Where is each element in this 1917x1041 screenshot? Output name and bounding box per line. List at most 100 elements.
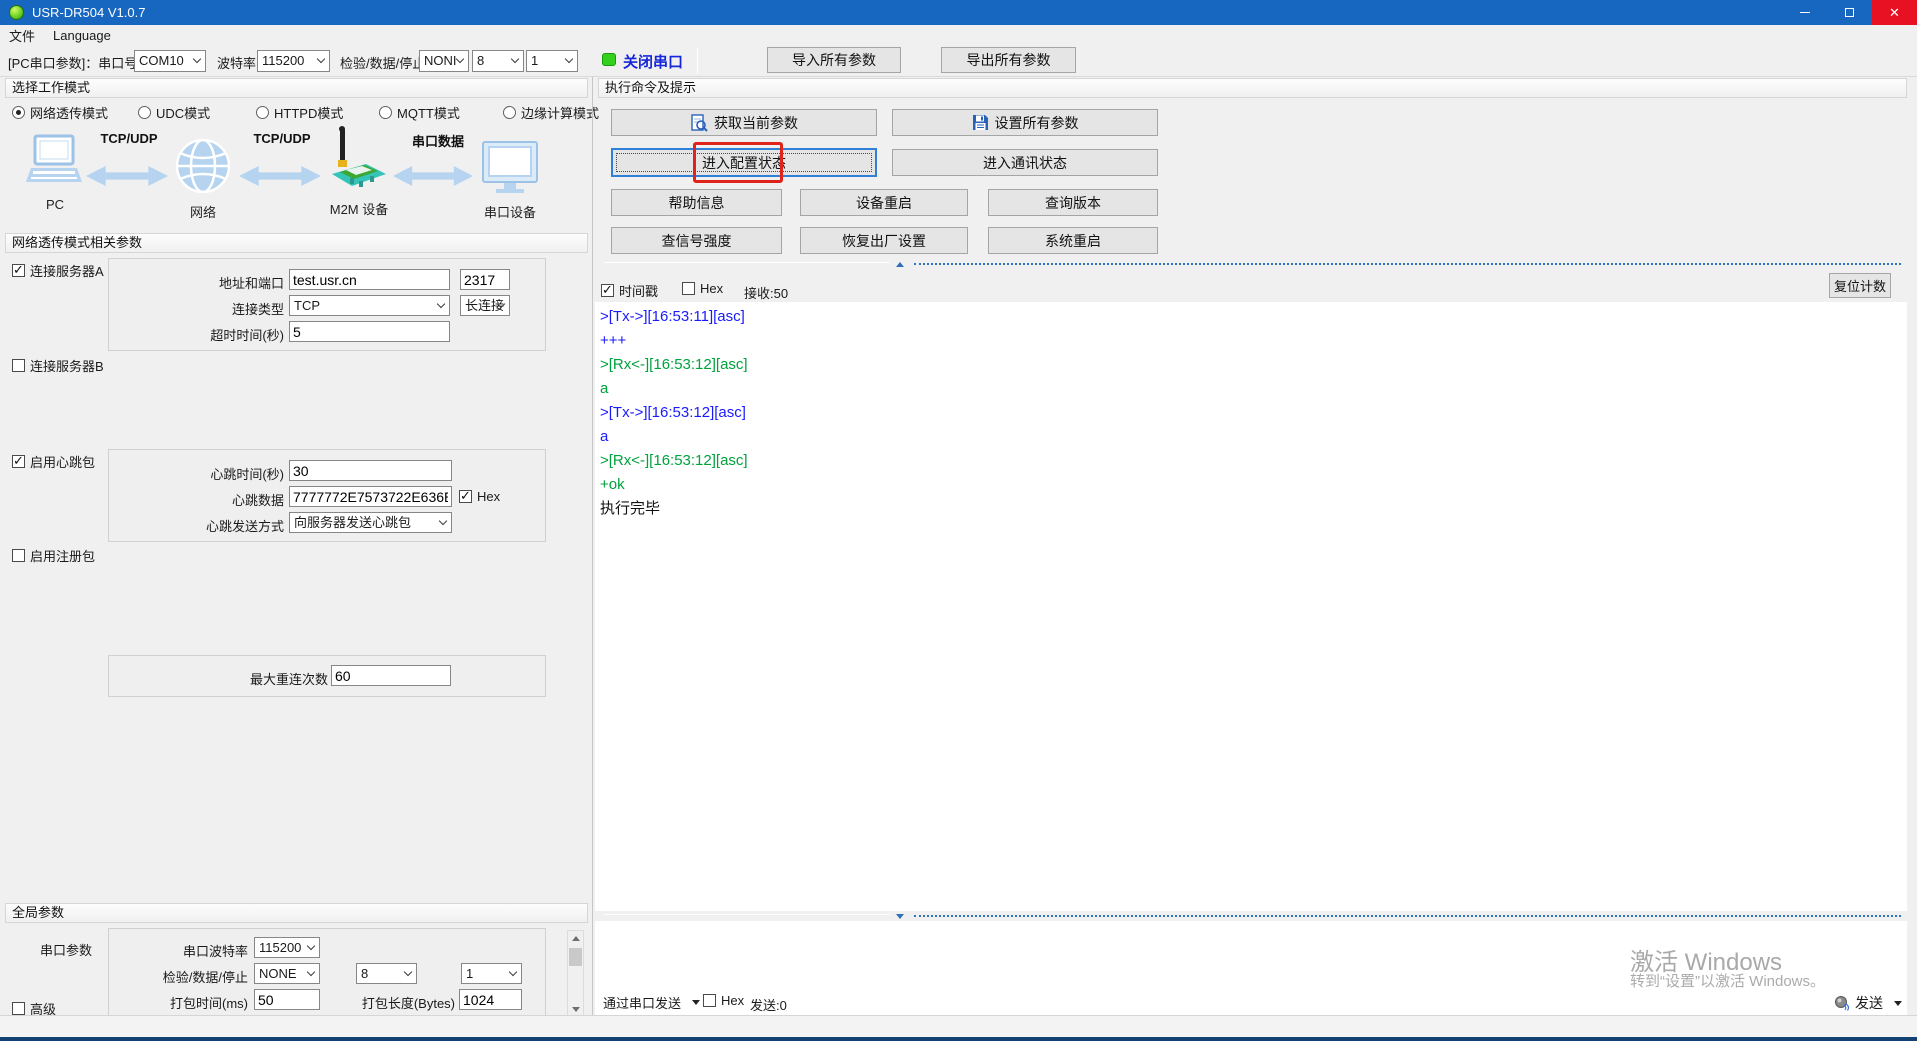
conn-mode-select[interactable]: 长连接 bbox=[460, 295, 510, 316]
checkbox-send-hex[interactable]: Hex bbox=[703, 993, 744, 1008]
chevron-down-icon bbox=[437, 299, 445, 307]
toolbar: [PC串口参数]：串口号 COM10 波特率 115200 检验/数据/停止 N… bbox=[0, 46, 1917, 77]
log-splitter-bottom[interactable] bbox=[598, 911, 1907, 921]
radio-httpd-mode[interactable]: HTTPD模式 bbox=[256, 103, 343, 122]
net-params-header: 网络透传模式相关参数 bbox=[5, 233, 588, 253]
checkbox-hb-hex[interactable]: Hex bbox=[459, 489, 500, 504]
network-globe-icon bbox=[176, 139, 230, 193]
hb-mode-select[interactable]: 向服务器发送心跳包 bbox=[289, 512, 452, 533]
baud-select[interactable]: 115200 bbox=[257, 50, 330, 72]
checkbox-server-b[interactable]: 连接服务器B bbox=[12, 356, 104, 375]
link-label: 串口数据 bbox=[398, 131, 478, 150]
splitter-dots bbox=[914, 263, 1901, 265]
close-button[interactable]: ✕ bbox=[1872, 0, 1917, 25]
hb-data-input[interactable] bbox=[289, 486, 452, 507]
set-params-button[interactable]: 设置所有参数 bbox=[892, 109, 1158, 136]
g-parity-label: 检验/数据/停止 bbox=[130, 967, 248, 986]
conn-type-select[interactable]: TCP bbox=[289, 295, 450, 316]
windows-activation-watermark-sub: 转到“设置”以激活 Windows。 bbox=[1630, 970, 1825, 991]
device-reboot-button[interactable]: 设备重启 bbox=[800, 189, 968, 216]
serial-device-monitor-icon bbox=[482, 141, 538, 195]
radio-icon bbox=[379, 106, 392, 119]
pack-time-input[interactable] bbox=[254, 989, 320, 1010]
pack-len-input[interactable] bbox=[459, 989, 522, 1010]
checkbox-heartbeat[interactable]: 启用心跳包 bbox=[12, 452, 95, 471]
radio-net-transparent-mode[interactable]: 网络透传模式 bbox=[12, 103, 108, 122]
close-port-button[interactable]: 关闭串口 bbox=[623, 51, 683, 72]
log-line: +++ bbox=[600, 329, 1907, 353]
checkbox-server-a[interactable]: 连接服务器A bbox=[12, 261, 104, 280]
recv-count-label: 接收:50 bbox=[744, 283, 788, 302]
stopbits-select[interactable]: 1 bbox=[526, 50, 578, 72]
radio-edge-mode[interactable]: 边缘计算模式 bbox=[503, 103, 599, 122]
scrollbar-thumb[interactable] bbox=[569, 948, 582, 966]
pack-time-label: 打包时间(ms) bbox=[130, 993, 248, 1012]
factory-reset-button[interactable]: 恢复出厂设置 bbox=[800, 227, 968, 254]
com-port-select[interactable]: COM10 bbox=[134, 50, 206, 72]
chevron-down-icon bbox=[404, 967, 412, 975]
g-parity-select[interactable]: NONE bbox=[254, 963, 320, 984]
parity-select[interactable]: NONI bbox=[419, 50, 469, 72]
arrow-up-icon bbox=[896, 262, 904, 267]
splitter-dots bbox=[914, 915, 1901, 917]
checkbox-log-hex[interactable]: Hex bbox=[682, 281, 723, 296]
scroll-up-button[interactable] bbox=[568, 931, 583, 946]
radio-udc-mode[interactable]: UDC模式 bbox=[138, 103, 210, 122]
arrow-down-icon bbox=[896, 914, 904, 919]
send-via-serial-dropdown[interactable]: 通过串口发送 bbox=[603, 993, 700, 1012]
maximize-button[interactable] bbox=[1827, 0, 1872, 25]
log-output-area[interactable]: >[Tx->][16:53:11][asc] +++ >[Rx<-][16:53… bbox=[595, 302, 1907, 911]
reset-counter-button[interactable]: 复位计数 bbox=[1829, 273, 1891, 298]
query-version-button[interactable]: 查询版本 bbox=[988, 189, 1158, 216]
menu-language[interactable]: Language bbox=[44, 25, 120, 46]
status-strip bbox=[0, 1015, 1917, 1037]
m2m-device-icon bbox=[326, 126, 392, 194]
menu-file[interactable]: 文件 bbox=[0, 25, 44, 46]
g-databits-select[interactable]: 8 bbox=[356, 963, 417, 984]
link-label: TCP/UDP bbox=[241, 131, 323, 146]
work-mode-header: 选择工作模式 bbox=[5, 78, 588, 98]
system-reboot-button[interactable]: 系统重启 bbox=[988, 227, 1158, 254]
reconnect-input[interactable] bbox=[331, 665, 451, 686]
command-panel-header: 执行命令及提示 bbox=[598, 78, 1907, 98]
checkbox-icon bbox=[12, 264, 25, 277]
help-info-button[interactable]: 帮助信息 bbox=[611, 189, 782, 216]
caret-down-icon bbox=[692, 1000, 700, 1005]
g-baud-label: 串口波特率 bbox=[150, 941, 248, 960]
checkbox-timestamp[interactable]: 时间戳 bbox=[601, 281, 658, 300]
radio-mqtt-mode[interactable]: MQTT模式 bbox=[379, 103, 460, 122]
timeout-input[interactable] bbox=[289, 321, 450, 342]
chevron-down-icon bbox=[307, 941, 315, 949]
get-params-button[interactable]: 获取当前参数 bbox=[611, 109, 877, 136]
chevron-down-icon bbox=[511, 55, 519, 63]
export-params-button[interactable]: 导出所有参数 bbox=[941, 47, 1076, 73]
minimize-button[interactable] bbox=[1782, 0, 1827, 25]
toolbar-separator bbox=[697, 48, 698, 74]
app-window: USR-DR504 V1.0.7 ✕ 文件 Language [PC串口参数]：… bbox=[0, 0, 1917, 1041]
log-splitter-top[interactable] bbox=[598, 259, 1907, 269]
left-scrollbar[interactable] bbox=[567, 930, 584, 1018]
splitter-line bbox=[604, 262, 890, 263]
splitter-collapse-handle[interactable] bbox=[891, 259, 909, 269]
checkbox-icon bbox=[601, 284, 614, 297]
hb-time-input[interactable] bbox=[289, 460, 452, 481]
server-port-input[interactable] bbox=[460, 269, 510, 290]
log-line: >[Rx<-][16:53:12][asc] bbox=[600, 449, 1907, 473]
g-stopbits-select[interactable]: 1 bbox=[461, 963, 522, 984]
send-button[interactable]: 发送 bbox=[1834, 993, 1902, 1013]
enter-comm-button[interactable]: 进入通讯状态 bbox=[892, 149, 1158, 176]
g-baud-select[interactable]: 115200 bbox=[254, 937, 320, 958]
splitter-collapse-handle[interactable] bbox=[891, 911, 909, 921]
serial-params-label: 串口参数 bbox=[40, 940, 110, 959]
query-signal-button[interactable]: 查信号强度 bbox=[611, 227, 782, 254]
import-params-button[interactable]: 导入所有参数 bbox=[767, 47, 901, 73]
server-address-input[interactable] bbox=[289, 269, 450, 290]
enter-config-button[interactable]: 进入配置状态 bbox=[611, 148, 877, 177]
minimize-icon bbox=[1800, 12, 1810, 13]
checkbox-register-packet[interactable]: 启用注册包 bbox=[12, 546, 95, 565]
close-icon: ✕ bbox=[1889, 5, 1900, 21]
menu-bar: 文件 Language bbox=[0, 25, 1917, 46]
databits-select[interactable]: 8 bbox=[472, 50, 524, 72]
global-params-header: 全局参数 bbox=[5, 903, 588, 923]
node-label: M2M 设备 bbox=[318, 199, 400, 218]
